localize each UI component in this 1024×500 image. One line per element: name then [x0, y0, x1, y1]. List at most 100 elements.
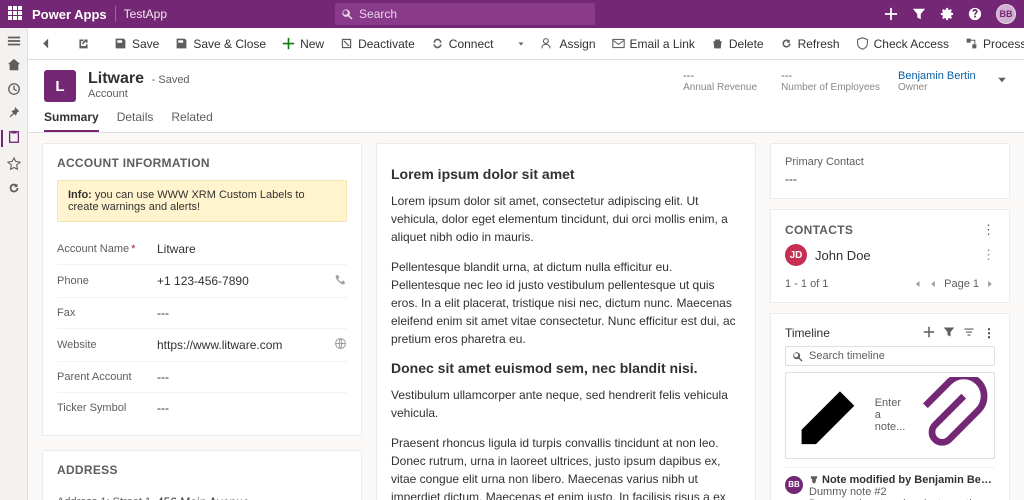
app-launcher-icon[interactable] [8, 6, 24, 22]
header-owner[interactable]: Benjamin Bertin Owner [898, 70, 978, 93]
refresh-small-icon[interactable] [7, 181, 21, 195]
subgrid-range: 1 - 1 of 1 [785, 278, 828, 290]
save-close-button[interactable]: Save & Close [169, 33, 272, 55]
attachment-icon[interactable] [911, 377, 988, 454]
header-expand-chevron[interactable] [996, 74, 1008, 89]
top-bar: Power Apps TestApp BB [0, 0, 1024, 28]
account-info-section: ACCOUNT INFORMATION Info: you can use WW… [42, 143, 362, 436]
email-link-button[interactable]: Email a Link [606, 33, 701, 55]
check-access-button[interactable]: Check Access [850, 33, 955, 55]
connect-button[interactable]: Connect [425, 33, 500, 55]
field-value[interactable]: --- [157, 306, 347, 320]
user-avatar[interactable]: BB [996, 4, 1016, 24]
primary-contact-label: Primary Contact [785, 156, 995, 168]
hamburger-icon[interactable] [7, 34, 21, 48]
form-tabs: Summary Details Related [28, 102, 1024, 133]
rich-heading: Lorem ipsum dolor sit amet [391, 166, 741, 182]
contact-row[interactable]: JDJohn Doe⋮ [785, 238, 995, 272]
tab-summary[interactable]: Summary [44, 110, 99, 132]
timeline-add-icon[interactable] [923, 326, 935, 338]
rich-paragraph: Vestibulum ullamcorper ante neque, sed h… [391, 386, 741, 422]
note-icon [809, 474, 822, 486]
rich-heading: Donec sit amet euismod sem, nec blandit … [391, 360, 741, 376]
timeline-search[interactable]: Search timeline [785, 346, 995, 366]
help-icon[interactable] [968, 7, 982, 21]
environment-name: TestApp [124, 7, 167, 21]
field-value[interactable]: +1 123-456-7890 [157, 274, 334, 288]
clipboard-icon[interactable] [7, 130, 21, 144]
field-row[interactable]: Fax--- [57, 298, 347, 329]
tab-related[interactable]: Related [171, 110, 212, 132]
assign-button[interactable]: Assign [535, 33, 601, 55]
star-icon[interactable] [7, 157, 21, 171]
rich-paragraph: Praesent rhoncus ligula id turpis conval… [391, 434, 741, 500]
filter-icon[interactable] [912, 7, 926, 21]
field-row[interactable]: Address 1: Street 1456 Main Avenue [57, 487, 347, 500]
back-button[interactable] [34, 33, 59, 54]
phone-icon[interactable] [334, 273, 347, 289]
pager-prev-icon[interactable] [928, 279, 938, 289]
field-value[interactable]: Litware [157, 242, 347, 256]
header-annual-revenue: --- Annual Revenue [683, 70, 763, 93]
subgrid-more-icon[interactable]: ⋮ [982, 222, 995, 238]
left-nav-rail [0, 28, 28, 500]
field-label: Address 1: Street 1 [57, 496, 157, 500]
refresh-button[interactable]: Refresh [774, 33, 846, 55]
tab-details[interactable]: Details [117, 110, 154, 132]
new-button[interactable]: New [276, 33, 330, 55]
timeline-sort-icon[interactable] [963, 326, 975, 338]
delete-button[interactable]: Delete [705, 33, 770, 55]
section-title: ACCOUNT INFORMATION [57, 156, 347, 170]
clock-icon[interactable] [7, 82, 21, 96]
global-search[interactable] [335, 3, 595, 25]
timeline-more-icon[interactable]: ⋮ [983, 326, 995, 340]
contact-avatar: JD [785, 244, 807, 266]
home-icon[interactable] [7, 58, 21, 72]
timeline-avatar: BB [785, 476, 803, 494]
field-row[interactable]: Account Name*Litware [57, 234, 347, 265]
pin-icon[interactable] [7, 106, 21, 120]
deactivate-button[interactable]: Deactivate [334, 33, 421, 55]
globe-icon[interactable] [334, 337, 347, 353]
pager-next-icon[interactable] [985, 279, 995, 289]
field-value[interactable]: --- [157, 370, 347, 384]
field-label: Ticker Symbol [57, 402, 157, 414]
timeline-subtitle: Dummy note #2 [809, 486, 995, 498]
add-icon[interactable] [884, 7, 898, 21]
process-button[interactable]: Process [959, 33, 1024, 55]
field-row[interactable]: Phone+1 123-456-7890 [57, 265, 347, 298]
field-row[interactable]: Parent Account--- [57, 362, 347, 393]
primary-contact-value[interactable]: --- [785, 172, 995, 186]
address-section: ADDRESS Address 1: Street 1456 Main Aven… [42, 450, 362, 500]
connect-chevron[interactable] [511, 36, 531, 52]
timeline-filter-icon[interactable] [943, 326, 955, 338]
timeline-title: Timeline [785, 326, 830, 340]
field-value[interactable]: https://www.litware.com [157, 338, 334, 352]
description-section: Lorem ipsum dolor sit amet Lorem ipsum d… [376, 143, 756, 500]
header-num-employees: --- Number of Employees [781, 70, 880, 93]
popout-button[interactable] [71, 33, 96, 54]
settings-icon[interactable] [940, 7, 954, 21]
app-name: Power Apps [32, 7, 107, 22]
field-value[interactable]: 456 Main Avenue [157, 495, 347, 500]
pager-first-icon[interactable] [912, 279, 922, 289]
field-row[interactable]: Ticker Symbol--- [57, 393, 347, 423]
search-icon [341, 8, 353, 20]
section-title: ADDRESS [57, 463, 347, 477]
contact-more-icon[interactable]: ⋮ [982, 247, 995, 263]
pager-page: Page 1 [944, 278, 979, 290]
field-label: Phone [57, 275, 157, 287]
global-search-input[interactable] [359, 7, 589, 21]
field-value[interactable]: --- [157, 401, 347, 415]
section-title: CONTACTS [785, 223, 853, 237]
search-icon [792, 351, 803, 362]
field-row[interactable]: Websitehttps://www.litware.com [57, 329, 347, 362]
record-logo: L [44, 70, 76, 102]
record-title: Litware [88, 70, 144, 88]
timeline-note-input[interactable]: Enter a note... [785, 372, 995, 459]
pencil-icon [792, 377, 869, 454]
timeline-section: Timeline ⋮ Search timeline [770, 313, 1010, 500]
timeline-item[interactable]: BBNote modified by Benjamin BertinDummy … [785, 467, 995, 500]
save-button[interactable]: Save [108, 33, 165, 55]
record-header: L Litware - Saved Account --- Annual Rev… [28, 60, 1024, 102]
